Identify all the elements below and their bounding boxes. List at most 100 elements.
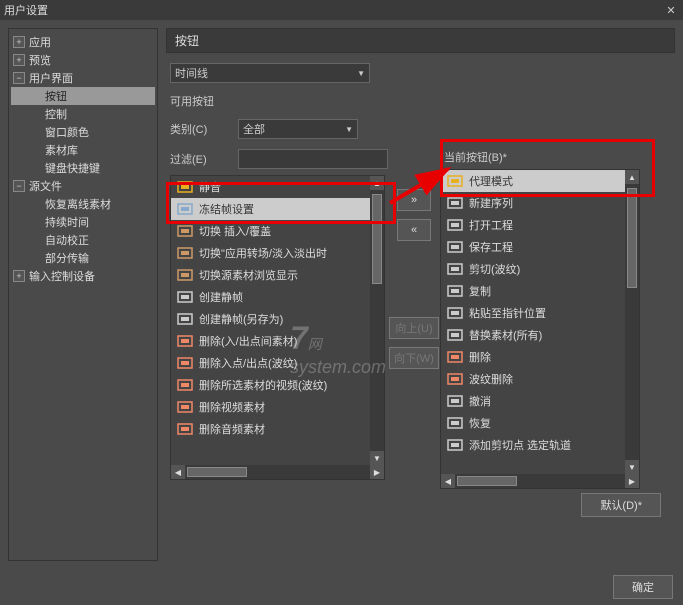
list-item[interactable]: 删除所选素材的视频(波纹) [171,374,370,396]
scroll-right-icon[interactable]: ▶ [625,474,639,488]
scroll-thumb[interactable] [627,188,637,288]
current-list: 代理模式新建序列打开工程保存工程剪切(波纹)复制粘贴至指针位置替换素材(所有)删… [440,169,640,489]
expander-icon[interactable]: + [13,54,25,66]
list-item[interactable]: 切换"应用转场/淡入淡出时 [171,242,370,264]
scroll-thumb[interactable] [457,476,517,486]
sidebar-item[interactable]: −用户界面 [11,69,155,87]
list-item[interactable]: 波纹删除 [441,368,625,390]
section-header: 按钮 [166,28,675,53]
default-row: 默认(D)* [170,489,671,529]
pen-icon [447,174,463,188]
list-item[interactable]: 替换素材(所有) [441,324,625,346]
delete-ripple-icon [177,356,193,370]
copy-icon [447,284,463,298]
list-item[interactable]: 删除 [441,346,625,368]
sidebar-item-label: 用户界面 [29,70,73,86]
scroll-up-icon[interactable]: ▲ [625,170,639,184]
list-item-label: 删除入点/出点(波纹) [199,355,297,371]
sidebar-item[interactable]: −源文件 [11,177,155,195]
scrollbar-vertical[interactable]: ▲ ▼ [625,170,639,474]
sidebar-item-label: 窗口颜色 [45,124,89,140]
remove-button[interactable]: « [397,219,431,241]
list-item[interactable]: 静音 [171,176,370,198]
scroll-down-icon[interactable]: ▼ [370,451,384,465]
move-down-button[interactable]: 向下(W) [389,347,439,369]
sidebar-item[interactable]: 恢复离线素材 [11,195,155,213]
sidebar-item[interactable]: 键盘快捷键 [11,159,155,177]
expander-icon[interactable]: − [13,72,25,84]
list-item[interactable]: 粘贴至指针位置 [441,302,625,324]
sidebar-item[interactable]: 按钮 [11,87,155,105]
category-dropdown[interactable]: 全部 ▼ [238,119,358,139]
list-item[interactable]: 复制 [441,280,625,302]
list-item[interactable]: 撤消 [441,390,625,412]
list-item[interactable]: 删除音频素材 [171,418,370,440]
paste-icon [447,306,463,320]
scroll-thumb[interactable] [372,194,382,284]
list-item[interactable]: 剪切(波纹) [441,258,625,280]
scrollbar-vertical[interactable]: ▲ ▼ [370,176,384,465]
list-item[interactable]: 删除视频素材 [171,396,370,418]
sidebar-item[interactable]: 窗口颜色 [11,123,155,141]
sidebar-item[interactable]: 自动校正 [11,231,155,249]
timeline-dropdown[interactable]: 时间线 ▼ [170,63,370,83]
dropdown-value: 全部 [243,121,265,137]
ok-button[interactable]: 确定 [613,575,673,599]
sidebar-item-label: 素材库 [45,142,78,158]
list-item-label: 波纹删除 [469,371,513,387]
list-item[interactable]: 添加剪切点 选定轨道 [441,434,625,456]
list-item-label: 添加剪切点 选定轨道 [469,437,571,453]
delete-v-icon [177,400,193,414]
move-up-button[interactable]: 向上(U) [389,317,439,339]
list-item[interactable]: 代理模式 [441,170,625,192]
list-item[interactable]: 删除(入/出点间素材) [171,330,370,352]
list-item[interactable]: 创建静帧(另存为) [171,308,370,330]
sidebar-item[interactable]: +输入控制设备 [11,267,155,285]
list-item-label: 创建静帧 [199,289,243,305]
expander-icon[interactable]: + [13,270,25,282]
available-buttons-label: 可用按钮 [170,93,214,109]
sidebar-item[interactable]: 部分传输 [11,249,155,267]
list-item[interactable]: 打开工程 [441,214,625,236]
list-item[interactable]: 切换 插入/覆盖 [171,220,370,242]
replace-icon [447,328,463,342]
sidebar-tree: +应用+预览−用户界面按钮控制窗口颜色素材库键盘快捷键−源文件恢复离线素材持续时… [8,28,158,561]
sidebar-item[interactable]: +应用 [11,33,155,51]
sidebar-item[interactable]: 持续时间 [11,213,155,231]
list-item[interactable]: 恢复 [441,412,625,434]
category-label: 类别(C) [170,121,230,137]
add-cut-icon [447,438,463,452]
sidebar-item[interactable]: +预览 [11,51,155,69]
sidebar-item-label: 按钮 [45,88,67,104]
scrollbar-horizontal[interactable]: ◀ ▶ [441,474,639,488]
window-title: 用户设置 [4,2,663,18]
list-item[interactable]: 切换源素材浏览显示 [171,264,370,286]
sidebar-item[interactable]: 控制 [11,105,155,123]
sidebar-item[interactable]: 素材库 [11,141,155,159]
list-item[interactable]: 删除入点/出点(波纹) [171,352,370,374]
expander-icon[interactable]: + [13,36,25,48]
list-item-label: 静音 [199,179,221,195]
scroll-up-icon[interactable]: ▲ [370,176,384,190]
filter-input[interactable] [238,149,388,169]
scroll-thumb[interactable] [187,467,247,477]
list-item[interactable]: 冻结帧设置 [171,198,370,220]
scroll-left-icon[interactable]: ◀ [441,474,455,488]
list-item-label: 代理模式 [469,173,513,189]
current-buttons-label: 当前按钮(B)* [440,149,671,165]
scroll-right-icon[interactable]: ▶ [370,465,384,479]
add-button[interactable]: » [397,189,431,211]
delete-video-icon [177,378,193,392]
list-item[interactable]: 创建静帧 [171,286,370,308]
list-item-label: 冻结帧设置 [199,201,254,217]
sidebar-item-label: 持续时间 [45,214,89,230]
close-icon[interactable]: ✕ [663,2,679,18]
expander-icon[interactable]: − [13,180,25,192]
list-item[interactable]: 保存工程 [441,236,625,258]
list-item[interactable]: 新建序列 [441,192,625,214]
scrollbar-horizontal[interactable]: ◀ ▶ [171,465,384,479]
scroll-down-icon[interactable]: ▼ [625,460,639,474]
default-button[interactable]: 默认(D)* [581,493,661,517]
scroll-left-icon[interactable]: ◀ [171,465,185,479]
del-icon [447,350,463,364]
